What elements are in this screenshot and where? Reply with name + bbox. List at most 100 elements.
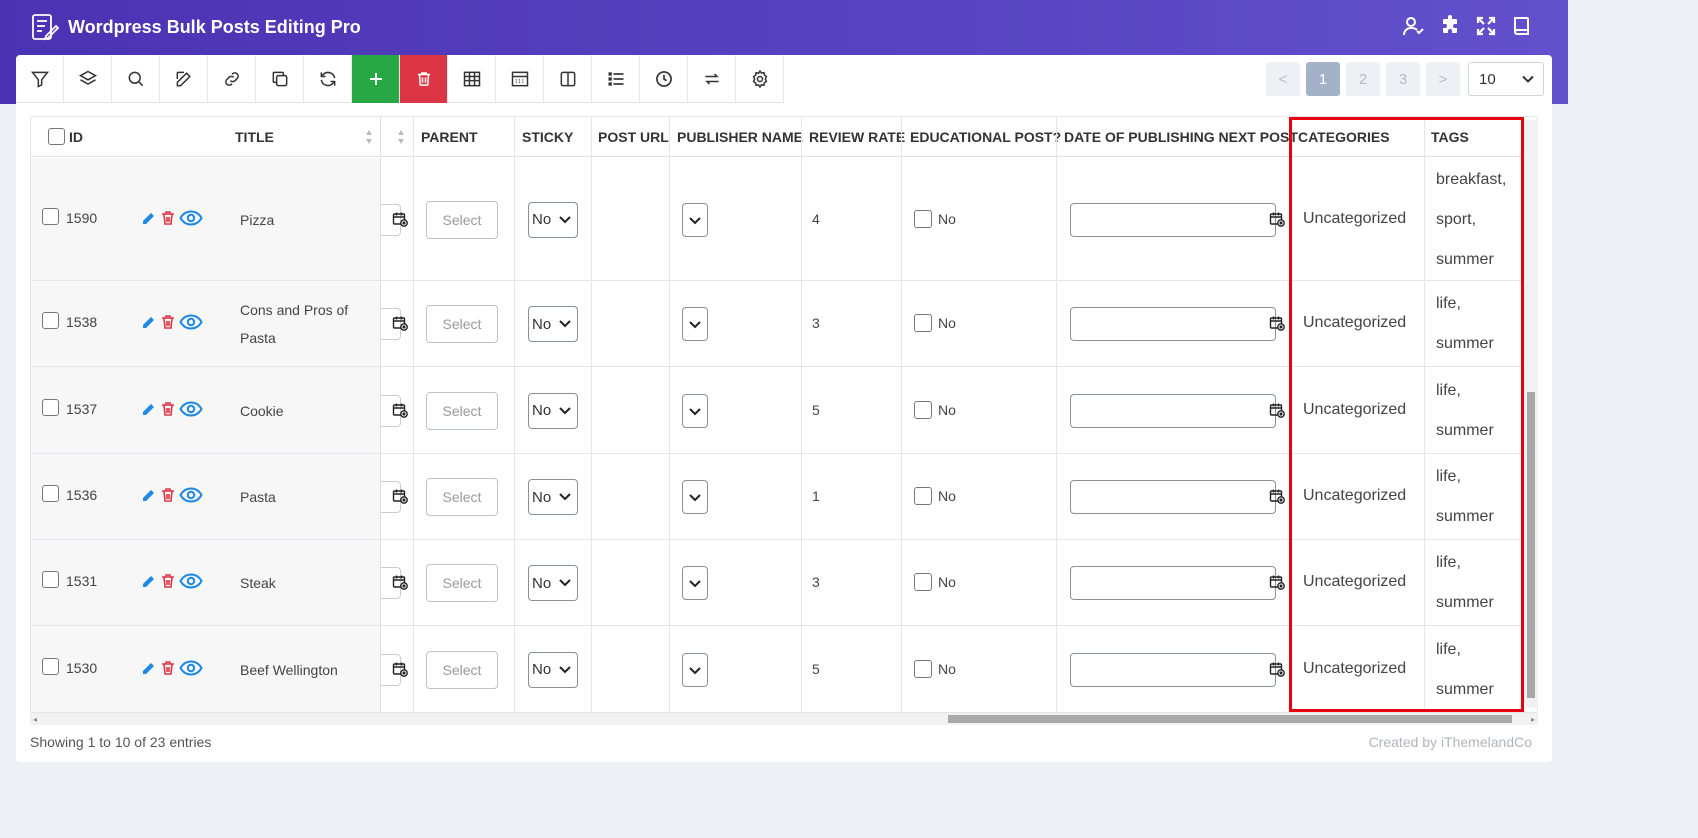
view-icon[interactable] [179, 573, 203, 589]
next-post-date-input[interactable] [1070, 652, 1276, 687]
edit-icon[interactable] [141, 210, 157, 226]
refresh-button[interactable] [304, 55, 352, 103]
next-post-date-input[interactable] [1070, 566, 1276, 600]
row-checkbox[interactable] [42, 398, 59, 416]
calendar-clear-icon[interactable] [1269, 661, 1285, 677]
column-date-next-post[interactable]: DATE OF PUBLISHING NEXT POST [1064, 117, 1298, 157]
sort-icon[interactable] [397, 129, 405, 145]
view-icon[interactable] [179, 659, 203, 676]
edit-icon[interactable] [141, 314, 157, 330]
column-id[interactable]: ID [69, 117, 83, 157]
checkbox[interactable] [914, 573, 932, 591]
next-post-date-input[interactable] [1070, 393, 1276, 428]
row-checkbox[interactable] [42, 571, 59, 588]
row-checkbox[interactable] [42, 207, 59, 225]
grid-view-button[interactable] [496, 55, 544, 103]
edit-icon[interactable] [141, 660, 157, 676]
next-post-date-input[interactable] [1070, 202, 1276, 237]
calendar-clear-icon[interactable] [392, 402, 408, 418]
column-post-url[interactable]: POST URL [598, 117, 669, 157]
calendar-clear-icon[interactable] [392, 661, 408, 677]
educational-checkbox[interactable]: No [914, 487, 956, 505]
view-icon[interactable] [179, 487, 203, 503]
publisher-select[interactable] [682, 202, 708, 237]
column-sticky[interactable]: STICKY [522, 117, 573, 157]
educational-checkbox[interactable]: No [914, 659, 956, 678]
sticky-select[interactable]: No [528, 479, 578, 515]
calendar-clear-icon[interactable] [392, 211, 408, 227]
delete-icon[interactable] [161, 487, 175, 503]
calendar-clear-icon[interactable] [392, 574, 408, 590]
publisher-select[interactable] [682, 393, 708, 428]
prev-page-button[interactable]: < [1266, 62, 1300, 96]
educational-checkbox[interactable]: No [914, 209, 956, 228]
calendar-clear-icon[interactable] [1269, 211, 1285, 227]
view-icon[interactable] [179, 314, 203, 330]
checkbox[interactable] [914, 209, 932, 228]
table-view-button[interactable] [448, 55, 496, 103]
checkbox[interactable] [914, 400, 932, 419]
column-parent[interactable]: PARENT [421, 117, 478, 157]
calendar-clear-icon[interactable] [1269, 488, 1285, 504]
parent-select-button[interactable]: Select [426, 564, 498, 602]
swap-button[interactable] [688, 55, 736, 103]
view-icon[interactable] [179, 209, 203, 226]
parent-select-button[interactable]: Select [426, 391, 498, 430]
parent-select-button[interactable]: Select [426, 478, 498, 516]
calendar-clear-icon[interactable] [1269, 402, 1285, 418]
page-1-button[interactable]: 1 [1306, 62, 1340, 96]
next-page-button[interactable]: > [1426, 62, 1460, 96]
delete-icon[interactable] [161, 401, 175, 417]
edit-icon[interactable] [141, 573, 157, 589]
educational-checkbox[interactable]: No [914, 400, 956, 419]
page-3-button[interactable]: 3 [1386, 62, 1420, 96]
settings-button[interactable] [736, 55, 784, 103]
calendar-clear-icon[interactable] [1269, 315, 1285, 331]
parent-select-button[interactable]: Select [426, 650, 498, 689]
sticky-select[interactable]: No [528, 306, 578, 342]
sticky-select[interactable]: No [528, 565, 578, 601]
column-title[interactable]: TITLE [235, 117, 274, 157]
checkbox[interactable] [914, 314, 932, 332]
edit-icon[interactable] [141, 401, 157, 417]
column-educational-post[interactable]: EDUCATIONAL POST? [910, 117, 1061, 157]
view-icon[interactable] [179, 400, 203, 417]
calendar-clear-icon[interactable] [392, 315, 408, 331]
delete-icon[interactable] [161, 573, 175, 589]
page-2-button[interactable]: 2 [1346, 62, 1380, 96]
fullscreen-icon[interactable] [1474, 14, 1498, 38]
column-review-rate[interactable]: REVIEW RATE [809, 117, 905, 157]
columns-button[interactable] [544, 55, 592, 103]
duplicate-button[interactable] [256, 55, 304, 103]
user-check-icon[interactable] [1402, 14, 1426, 38]
next-post-date-input[interactable] [1070, 480, 1276, 514]
checkbox[interactable] [914, 487, 932, 505]
row-checkbox[interactable] [42, 485, 59, 502]
publisher-select[interactable] [682, 652, 708, 687]
sticky-select[interactable]: No [528, 651, 578, 688]
layers-button[interactable] [64, 55, 112, 103]
edit-icon[interactable] [141, 487, 157, 503]
list-button[interactable] [592, 55, 640, 103]
vertical-scroll-thumb[interactable] [1527, 392, 1535, 698]
scroll-right-icon[interactable]: ▸ [1531, 715, 1535, 724]
publisher-select[interactable] [682, 566, 708, 600]
search-button[interactable] [112, 55, 160, 103]
book-icon[interactable] [1510, 14, 1534, 38]
column-publisher-name[interactable]: PUBLISHER NAME [677, 117, 803, 157]
per-page-select[interactable]: 10 [1468, 62, 1544, 96]
parent-select-button[interactable]: Select [426, 200, 498, 239]
parent-select-button[interactable]: Select [426, 305, 498, 343]
bulk-edit-button[interactable] [160, 55, 208, 103]
delete-icon[interactable] [161, 314, 175, 330]
sticky-select[interactable]: No [528, 201, 578, 238]
scroll-left-icon[interactable]: ◂ [33, 715, 37, 724]
history-button[interactable] [640, 55, 688, 103]
delete-icon[interactable] [161, 660, 175, 676]
delete-icon[interactable] [161, 210, 175, 226]
delete-button[interactable] [400, 55, 448, 103]
row-checkbox[interactable] [42, 657, 59, 675]
next-post-date-input[interactable] [1070, 307, 1276, 341]
checkbox[interactable] [914, 659, 932, 678]
calendar-clear-icon[interactable] [392, 488, 408, 504]
